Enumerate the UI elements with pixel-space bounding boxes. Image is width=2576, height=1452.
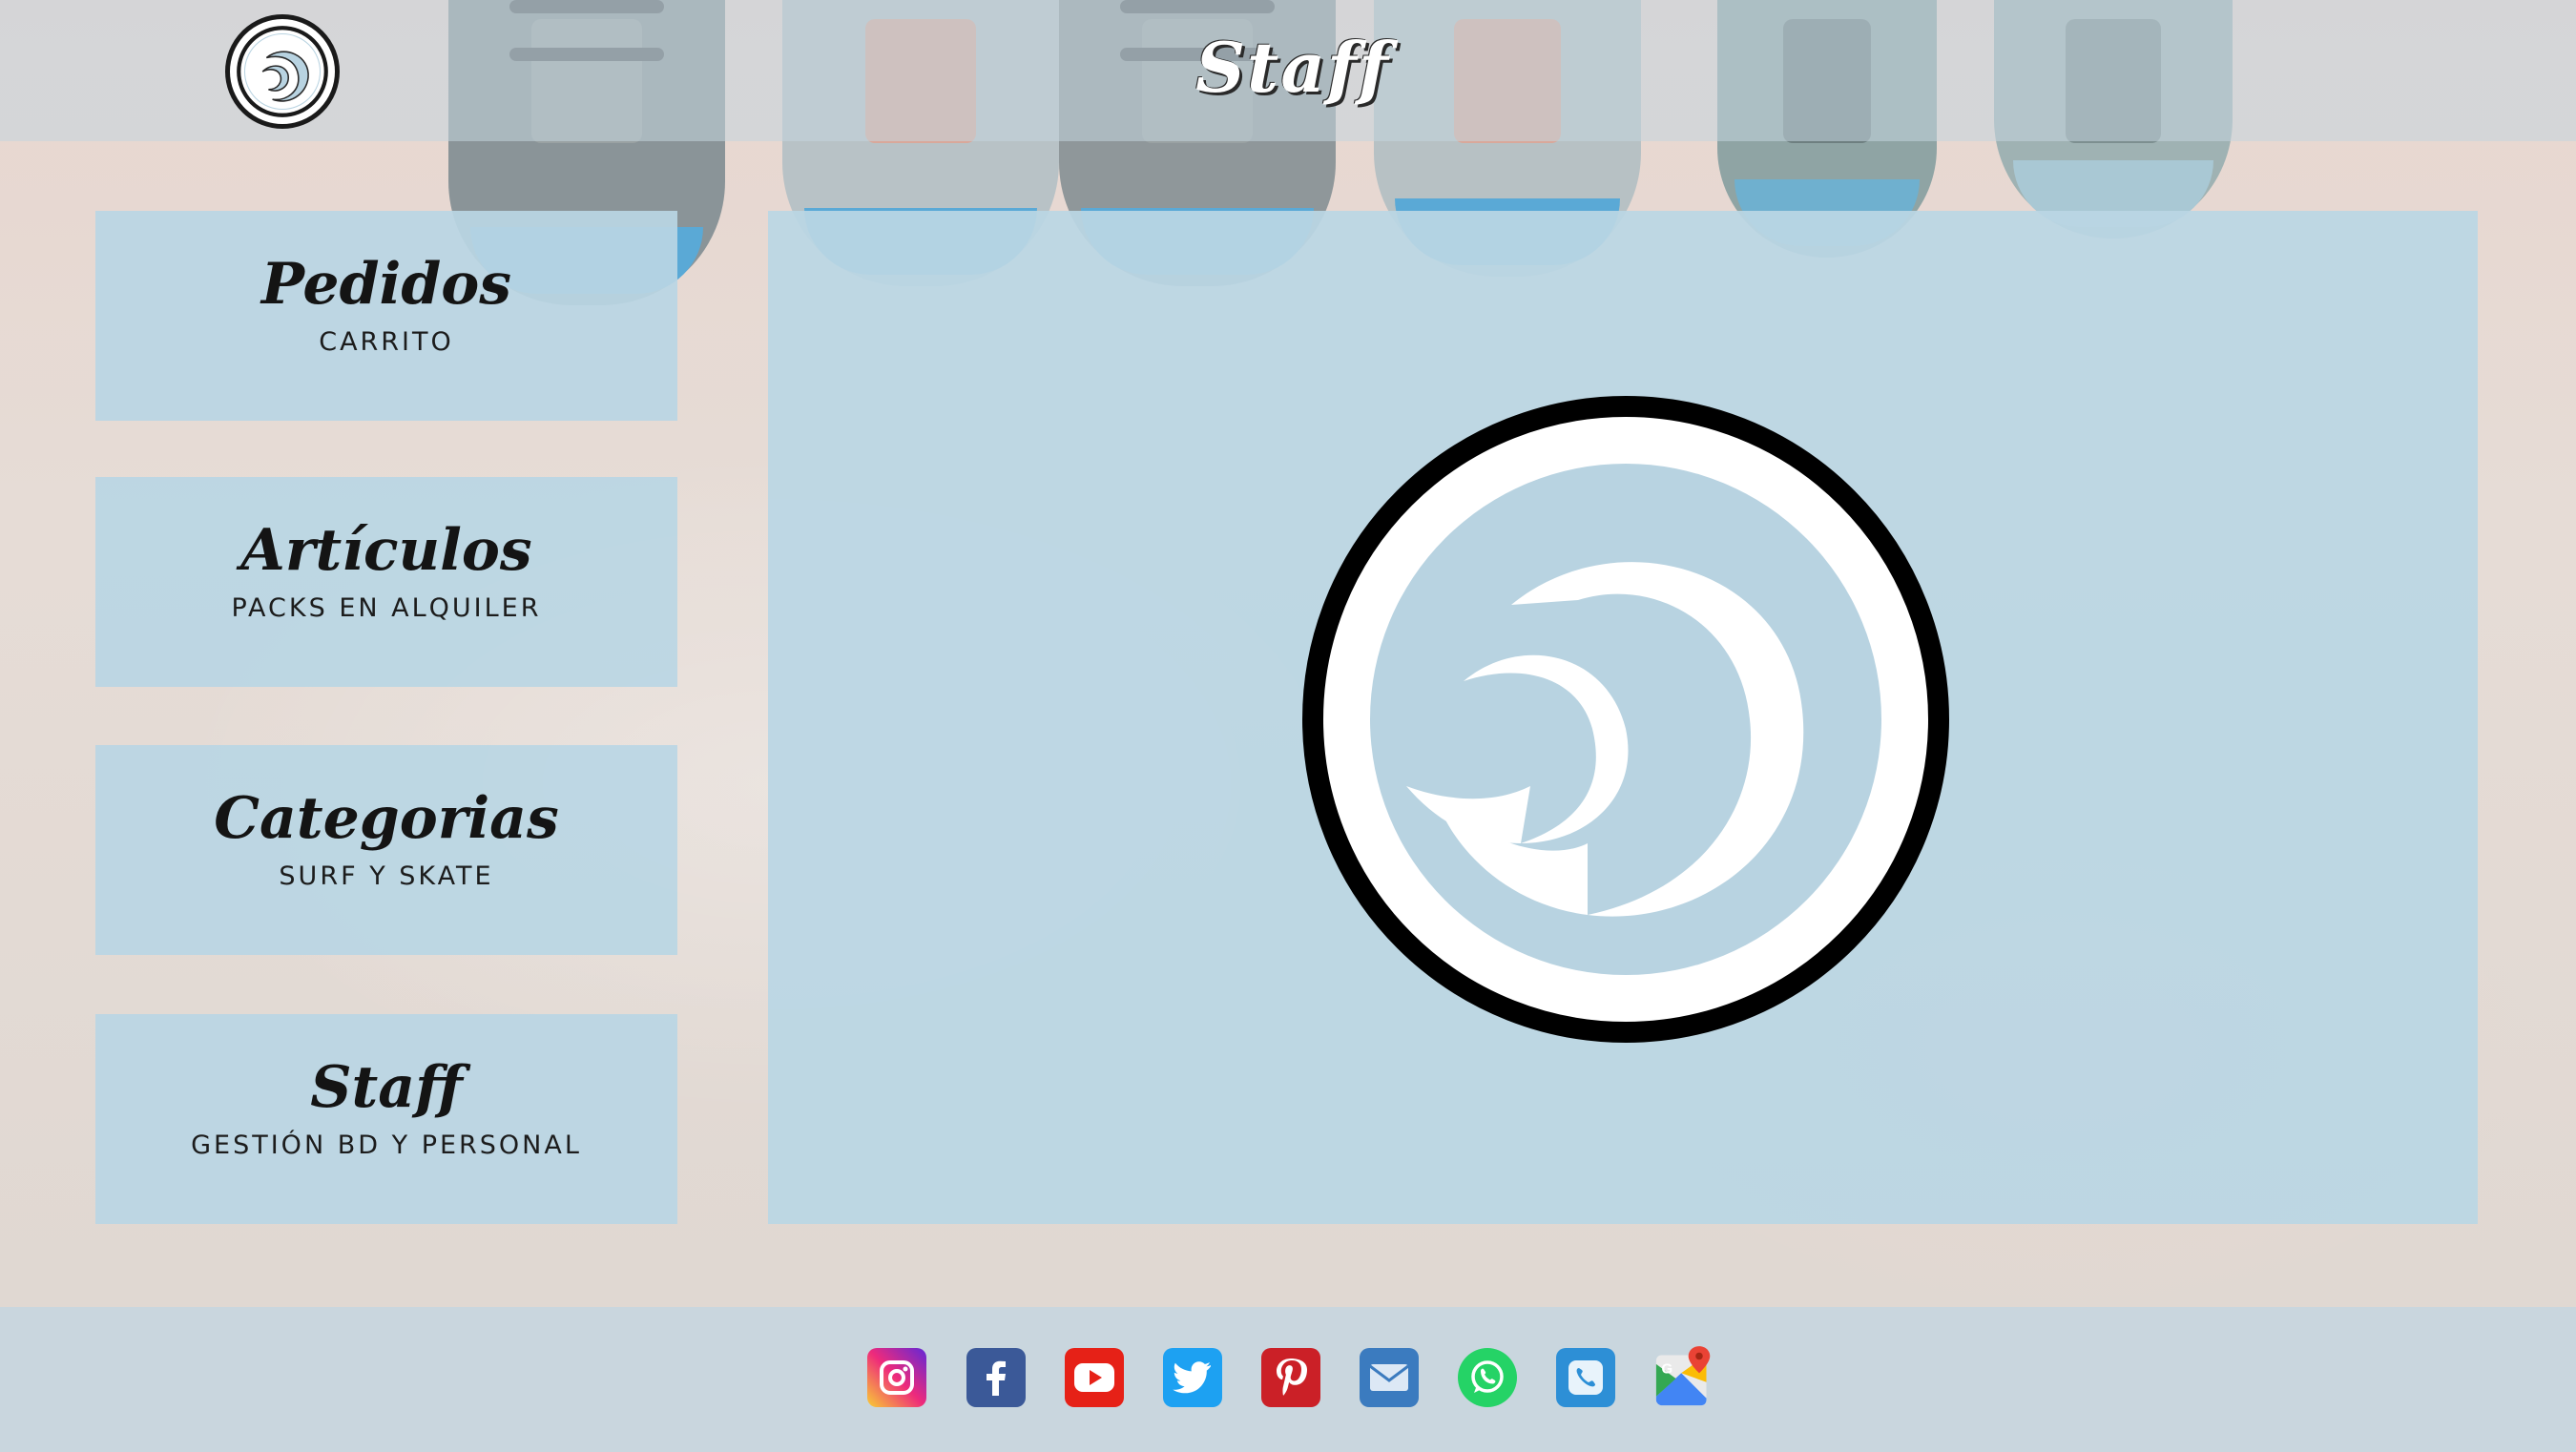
twitter-icon[interactable] bbox=[1163, 1348, 1222, 1407]
menu-card-subtitle: PACKS EN ALQUILER bbox=[231, 593, 542, 623]
menu-card-pedidos[interactable]: Pedidos CARRITO bbox=[95, 211, 677, 421]
menu-card-staff[interactable]: Staff GESTIÓN BD Y PERSONAL bbox=[95, 1014, 677, 1224]
menu-card-title: Staff bbox=[310, 1054, 463, 1121]
menu-card-title: Categorias bbox=[214, 785, 559, 852]
google-maps-icon[interactable]: G bbox=[1654, 1346, 1714, 1407]
menu-card-subtitle: CARRITO bbox=[319, 327, 454, 357]
svg-text:G: G bbox=[1662, 1360, 1673, 1377]
instagram-icon[interactable] bbox=[867, 1348, 926, 1407]
menu-card-subtitle: GESTIÓN BD Y PERSONAL bbox=[191, 1130, 582, 1160]
wave-logo-icon bbox=[1302, 396, 1949, 1043]
page-title: Staff bbox=[1195, 27, 1390, 108]
whatsapp-icon[interactable] bbox=[1458, 1348, 1517, 1407]
phone-icon[interactable] bbox=[1556, 1348, 1615, 1407]
menu-card-categorias[interactable]: Categorias SURF Y SKATE bbox=[95, 745, 677, 955]
wave-logo-icon bbox=[237, 26, 328, 117]
pinterest-icon[interactable] bbox=[1261, 1348, 1320, 1407]
mail-icon[interactable] bbox=[1360, 1348, 1419, 1407]
header: Staff bbox=[0, 0, 2576, 141]
main-content-panel bbox=[768, 211, 2478, 1224]
home-logo-link[interactable] bbox=[225, 14, 340, 129]
menu-card-articulos[interactable]: Artículos PACKS EN ALQUILER bbox=[95, 477, 677, 687]
menu-card-subtitle: SURF Y SKATE bbox=[279, 861, 494, 891]
menu-card-title: Artículos bbox=[240, 517, 532, 584]
facebook-icon[interactable] bbox=[966, 1348, 1026, 1407]
menu-card-title: Pedidos bbox=[260, 251, 512, 318]
youtube-icon[interactable] bbox=[1065, 1348, 1124, 1407]
